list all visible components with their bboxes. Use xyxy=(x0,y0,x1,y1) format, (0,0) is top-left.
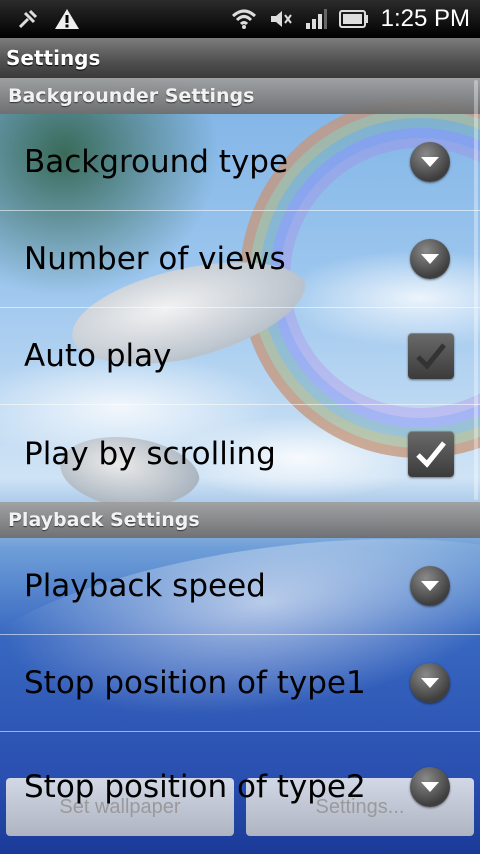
pref-number-of-views[interactable]: Number of views xyxy=(0,211,480,308)
scrollbar[interactable] xyxy=(474,80,478,500)
pref-label: Stop position of type1 xyxy=(24,665,366,701)
usb-debug-icon xyxy=(16,7,40,31)
wifi-icon xyxy=(231,8,257,30)
chevron-down-icon[interactable] xyxy=(410,142,450,182)
section-header-backgrounder: Backgrounder Settings xyxy=(0,78,480,114)
pref-label: Play by scrolling xyxy=(24,435,276,472)
pref-label: Number of views xyxy=(24,241,286,277)
battery-icon xyxy=(338,10,369,28)
warning-icon xyxy=(54,7,80,31)
pref-playback-speed[interactable]: Playback speed xyxy=(0,538,480,635)
pref-label: Background type xyxy=(24,144,289,180)
auto-play-checkbox[interactable] xyxy=(408,333,454,379)
pref-play-by-scrolling[interactable]: Play by scrolling xyxy=(0,405,480,502)
play-by-scrolling-checkbox[interactable] xyxy=(408,430,454,477)
pref-background-type[interactable]: Background type xyxy=(0,114,480,211)
mute-icon xyxy=(269,8,293,30)
page-title: Settings xyxy=(0,38,480,78)
chevron-down-icon[interactable] xyxy=(410,766,450,807)
signal-icon xyxy=(305,8,327,30)
chevron-down-icon[interactable] xyxy=(410,566,450,606)
chevron-down-icon[interactable] xyxy=(410,663,450,703)
preference-list[interactable]: Backgrounder Settings Background type Nu… xyxy=(0,78,480,732)
chevron-down-icon[interactable] xyxy=(410,239,450,279)
pref-stop-position-type2[interactable]: Stop position of type2 xyxy=(0,738,480,835)
section-header-playback: Playback Settings xyxy=(0,502,480,538)
clock: 1:25 PM xyxy=(380,5,470,32)
status-bar: 1:25 PM xyxy=(0,0,480,38)
pref-label: Playback speed xyxy=(24,568,266,604)
pref-label: Stop position of type2 xyxy=(24,768,366,805)
pref-stop-position-type1[interactable]: Stop position of type1 xyxy=(0,635,480,732)
pref-auto-play[interactable]: Auto play xyxy=(0,308,480,405)
pref-label: Auto play xyxy=(24,338,172,374)
